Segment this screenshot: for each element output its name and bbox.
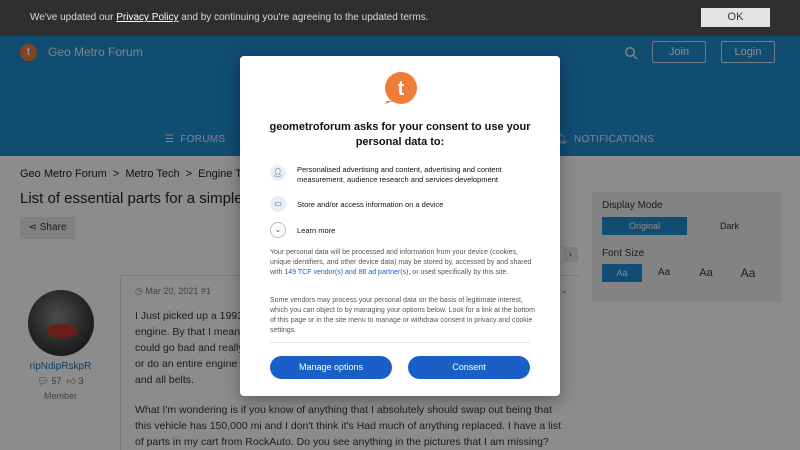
- consent-dialog: t geometroforum asks for your consent to…: [240, 56, 560, 396]
- brand-logo-icon: t: [385, 72, 417, 104]
- learn-more-label: Learn more: [297, 226, 336, 235]
- person-icon: 👤︎: [270, 165, 286, 181]
- cookie-notice-bar: We've updated our Privacy Policy and by …: [0, 0, 800, 36]
- consent-button[interactable]: Consent: [408, 356, 530, 379]
- learn-more-toggle[interactable]: ⌄ Learn more: [270, 222, 540, 240]
- consent-paragraph-2: Some vendors may process your personal d…: [270, 297, 535, 334]
- device-icon: ▭: [270, 196, 286, 212]
- manage-options-button[interactable]: Manage options: [270, 356, 392, 379]
- svg-text:t: t: [398, 78, 405, 100]
- chevron-down-icon: ⌄: [270, 222, 286, 238]
- cookie-notice-suffix: and by continuing you're agreeing to the…: [178, 12, 429, 23]
- purpose-item: ▭ Store and/or access information on a d…: [270, 196, 540, 214]
- purpose-item: 👤︎ Personalised advertising and content,…: [270, 165, 540, 187]
- purpose-text: Personalised advertising and content, ad…: [297, 165, 502, 184]
- consent-paragraph-text: , or used specifically by this site.: [408, 269, 509, 276]
- divider: [270, 342, 530, 343]
- cookie-notice-prefix: We've updated our: [30, 12, 117, 23]
- vendors-link[interactable]: 149 TCF vendor(s) and 86 ad partner(s): [284, 269, 408, 276]
- privacy-policy-link[interactable]: Privacy Policy: [116, 12, 178, 23]
- cookie-notice-text: We've updated our Privacy Policy and by …: [30, 12, 428, 23]
- purpose-text: Store and/or access information on a dev…: [297, 200, 444, 209]
- cookie-ok-button[interactable]: OK: [701, 8, 770, 27]
- consent-paragraph: Your personal data will be processed and…: [270, 248, 540, 278]
- consent-title: geometroforum asks for your consent to u…: [269, 121, 531, 148]
